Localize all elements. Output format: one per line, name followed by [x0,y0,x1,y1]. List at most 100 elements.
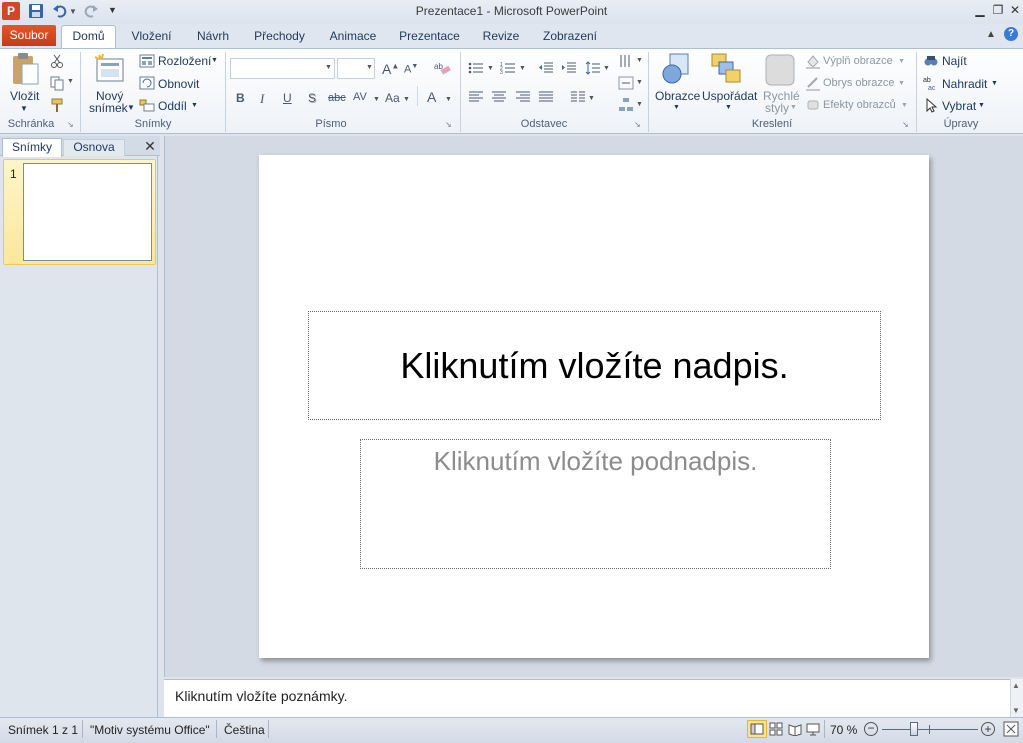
select-button[interactable]: Vybrat [942,99,976,113]
numbering-dropdown-icon[interactable]: ▼ [519,65,526,72]
decrease-indent-icon[interactable] [538,61,554,77]
scroll-up-icon[interactable]: ▲ [1012,681,1020,690]
tab-slide-show[interactable]: Prezentace [393,27,466,48]
columns-icon[interactable] [570,91,586,107]
align-left-icon[interactable] [468,91,484,107]
shape-outline-icon[interactable] [805,75,821,91]
replace-dropdown-icon[interactable]: ▼ [991,80,998,87]
zoom-level[interactable]: 70 % [830,723,857,737]
reset-icon[interactable] [139,75,155,91]
italic-button[interactable]: I [260,91,264,107]
shapes-icon[interactable] [660,52,692,86]
section-dropdown-icon[interactable]: ▼ [191,102,198,109]
slide-thumbnail[interactable] [23,163,152,261]
tab-home[interactable]: Domů [61,25,116,49]
justify-icon[interactable] [538,91,554,107]
columns-dropdown-icon[interactable]: ▼ [588,95,595,102]
arrange-button[interactable]: Uspořádat [702,89,757,103]
layout-button[interactable]: Rozložení [158,54,211,68]
change-case-dropdown-icon[interactable]: ▼ [403,96,410,103]
numbering-icon[interactable]: 123 [500,61,516,77]
subtitle-placeholder[interactable]: Kliknutím vložíte podnadpis. [360,439,831,569]
minimize-ribbon-icon[interactable]: ▲ [986,29,996,40]
tab-animations[interactable]: Animace [322,27,384,48]
select-icon[interactable] [923,97,939,113]
title-placeholder[interactable]: Kliknutím vložíte nadpis. [308,311,881,420]
status-theme[interactable]: "Motiv systému Office" [90,723,210,737]
fit-to-window-icon[interactable] [1003,721,1019,737]
format-painter-icon[interactable] [49,97,65,113]
slide-show-view-icon[interactable] [806,722,820,736]
align-text-icon[interactable] [618,75,634,91]
replace-icon[interactable]: ab ac [923,75,939,91]
shrink-font-icon[interactable]: A▼ [404,63,418,76]
character-spacing-button[interactable]: AV [353,91,367,103]
slide-sorter-view-icon[interactable] [769,722,783,736]
shapes-button[interactable]: Obrazce [655,89,700,103]
layout-icon[interactable] [139,53,155,69]
zoom-slider-thumb[interactable] [910,722,918,736]
line-spacing-icon[interactable] [585,61,601,77]
find-icon[interactable] [923,53,939,69]
new-slide-label-2[interactable]: snímek [89,101,128,115]
new-slide-icon[interactable] [93,53,125,85]
clear-formatting-icon[interactable]: ab [433,60,451,76]
shape-fill-icon[interactable] [805,53,821,69]
minimize-icon[interactable]: ▁ [971,2,989,18]
font-size-dropdown-icon[interactable]: ▼ [366,64,373,71]
copy-dropdown-icon[interactable]: ▼ [67,78,74,85]
font-name-combo[interactable] [230,58,335,79]
zoom-out-icon[interactable]: − [864,722,878,736]
cut-icon[interactable] [49,53,65,69]
copy-icon[interactable] [49,75,65,91]
notes-placeholder[interactable]: Kliknutím vložíte poznámky. [175,688,347,704]
tab-view[interactable]: Zobrazení [536,27,604,48]
smartart-dropdown-icon[interactable]: ▼ [636,101,643,108]
paste-button[interactable]: Vložit [10,89,39,103]
font-color-button[interactable]: A [427,89,436,105]
reading-view-icon[interactable] [788,722,802,736]
align-text-dropdown-icon[interactable]: ▼ [636,79,643,86]
new-slide-dropdown-icon[interactable]: ▼ [127,103,135,112]
shape-fill-dropdown-icon[interactable]: ▼ [898,58,905,65]
strikethrough-button[interactable]: abc [328,92,346,104]
tab-design[interactable]: Návrh [188,27,238,48]
text-direction-dropdown-icon[interactable]: ▼ [636,57,643,64]
help-icon[interactable]: ? [1004,27,1018,41]
tab-insert[interactable]: Vložení [124,27,179,48]
normal-view-icon[interactable] [747,720,767,738]
shape-effects-button[interactable]: Efekty obrazců [823,99,896,111]
reset-button[interactable]: Obnovit [158,77,199,91]
shape-effects-icon[interactable] [805,97,821,113]
zoom-slider-track[interactable] [882,729,978,730]
drawing-launcher-icon[interactable]: ↘ [902,120,909,129]
font-color-dropdown-icon[interactable]: ▼ [445,96,452,103]
shape-outline-button[interactable]: Obrys obrazce [823,77,895,89]
font-name-dropdown-icon[interactable]: ▼ [325,64,332,71]
line-spacing-dropdown-icon[interactable]: ▼ [603,65,610,72]
grow-font-icon[interactable]: A▲ [382,61,399,77]
bullets-icon[interactable] [468,61,484,77]
layout-dropdown-icon[interactable]: ▼ [211,57,218,64]
find-button[interactable]: Najít [942,54,967,68]
character-spacing-dropdown-icon[interactable]: ▼ [373,96,380,103]
section-button[interactable]: Oddíl [158,99,187,113]
increase-indent-icon[interactable] [561,61,577,77]
arrange-dropdown-icon[interactable]: ▼ [725,104,732,111]
tab-slides[interactable]: Snímky [2,138,62,157]
zoom-in-icon[interactable]: + [981,722,995,736]
close-icon[interactable]: ✕ [1006,2,1023,18]
scroll-down-icon[interactable]: ▼ [1012,706,1020,715]
shadow-button[interactable]: S [308,91,316,105]
bullets-dropdown-icon[interactable]: ▼ [487,65,494,72]
align-right-icon[interactable] [515,91,531,107]
status-language[interactable]: Čeština [224,723,265,737]
tab-file[interactable]: Soubor [2,25,56,46]
smartart-icon[interactable] [618,97,634,113]
paragraph-launcher-icon[interactable]: ↘ [634,120,641,129]
shape-effects-dropdown-icon[interactable]: ▼ [901,102,908,109]
quick-styles-dropdown-icon[interactable]: ▼ [790,104,797,111]
change-case-button[interactable]: Aa [385,91,400,105]
paste-icon[interactable] [10,52,40,88]
select-dropdown-icon[interactable]: ▼ [978,102,985,109]
